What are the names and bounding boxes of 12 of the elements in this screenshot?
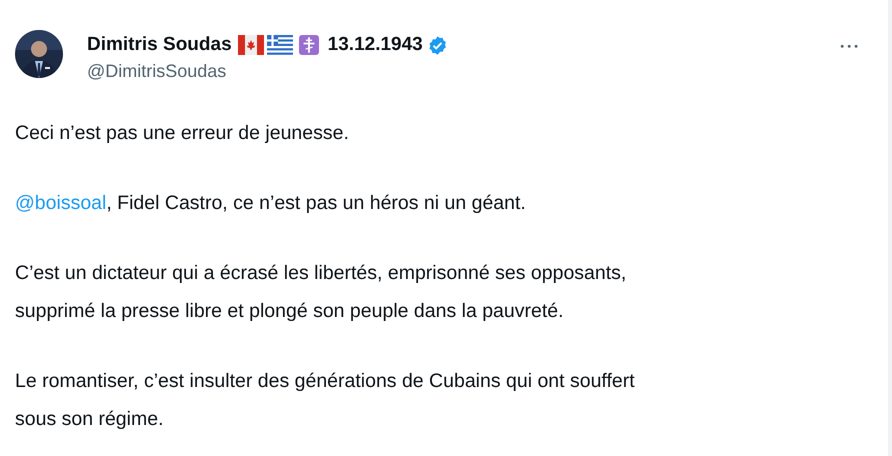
tweet-text: Ceci n’est pas une erreur de jeunesse. bbox=[15, 121, 349, 146]
author-handle[interactable]: @DimitrisSoudas bbox=[87, 61, 836, 82]
tweet-text: @boissoal, Fidel Castro, ce n’est pas un héros ni un géant. bbox=[15, 191, 526, 216]
date-text: 13.12.1943 bbox=[328, 34, 423, 56]
tweet-text: Le romantiser, c’est insulter des générations de Cubains qui ont souffert bbox=[15, 369, 635, 394]
tweet-text: C’est un dictateur qui a écrasé les libertés, emprisonné ses opposants, bbox=[15, 261, 626, 286]
canada-flag-icon bbox=[238, 35, 264, 55]
tweet-text: supprimé la presse libre et plongé son peuple dans la pauvreté. bbox=[15, 299, 564, 324]
greece-flag-icon bbox=[266, 35, 293, 55]
more-button[interactable]: ••• bbox=[835, 40, 864, 55]
author-name[interactable]: Dimitris Soudas bbox=[87, 34, 232, 56]
tweet-text: sous son régime. bbox=[15, 407, 164, 432]
